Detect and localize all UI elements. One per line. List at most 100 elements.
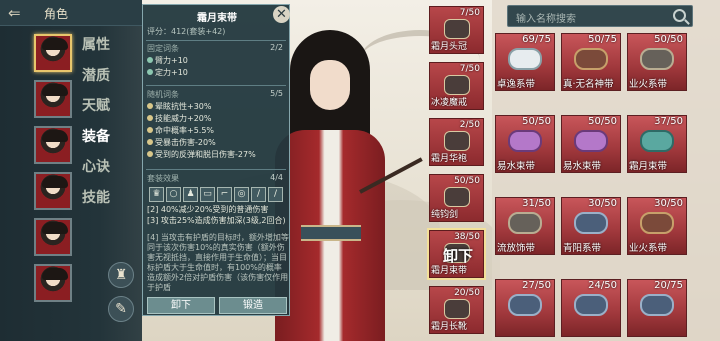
search-input[interactable]: 输入名称搜索 bbox=[507, 5, 693, 27]
belt-icon bbox=[574, 212, 608, 234]
character-face bbox=[310, 60, 350, 110]
belt-icon bbox=[508, 294, 542, 316]
menu-item-potential[interactable]: 潜质 bbox=[82, 61, 142, 92]
belt-icon bbox=[640, 294, 674, 316]
menu-item-skills[interactable]: 技能 bbox=[82, 183, 142, 214]
inventory-item[interactable]: 50/50 业火系带 bbox=[627, 33, 687, 91]
boots-icon[interactable]: ⌐ bbox=[217, 187, 232, 202]
attr-dot-icon bbox=[147, 57, 153, 63]
item-label: 霜月束带 bbox=[629, 161, 668, 172]
durability: 31/50 bbox=[522, 198, 551, 209]
durability: 50/50 bbox=[522, 116, 551, 127]
necklace-icon[interactable]: ◎ bbox=[234, 187, 249, 202]
sword-icon bbox=[444, 187, 470, 207]
inventory-item[interactable]: 20/75 bbox=[627, 279, 687, 337]
back-arrow-icon[interactable]: ⇐ bbox=[8, 4, 21, 22]
ring-icon[interactable]: ○ bbox=[166, 187, 181, 202]
page-title: 角色 bbox=[44, 7, 69, 21]
belt-icon bbox=[574, 130, 608, 152]
sword-icon[interactable]: / bbox=[268, 187, 283, 202]
inventory-item[interactable]: 69/75 卓逸系带 bbox=[495, 33, 555, 91]
character-portrait[interactable] bbox=[34, 172, 72, 210]
inventory-item[interactable]: 30/50 青阳系带 bbox=[561, 197, 621, 255]
search-icon[interactable] bbox=[673, 9, 686, 22]
fixed-attr: 定力+10 bbox=[147, 67, 188, 78]
broom-icon[interactable]: ✎ bbox=[108, 296, 134, 322]
character-belt bbox=[301, 225, 361, 241]
random-attrs-title: 随机词条 bbox=[147, 90, 179, 99]
equipped-slot-helmet[interactable]: 7/50 霜月头冠 bbox=[429, 6, 484, 54]
fixed-attr: 臂力+10 bbox=[147, 55, 188, 66]
random-attr: 受暴击伤害-20% bbox=[147, 137, 216, 148]
durability: 50/75 bbox=[588, 34, 617, 45]
item-name: 霜月束带 bbox=[197, 13, 237, 24]
character-portrait[interactable] bbox=[34, 80, 72, 118]
unload-overlay-label[interactable]: 卸下 bbox=[438, 245, 478, 265]
fixed-attrs-title: 固定词条 bbox=[147, 44, 179, 53]
inventory-item[interactable]: 24/50 bbox=[561, 279, 621, 337]
durability: 30/50 bbox=[654, 198, 683, 209]
attr-dot-icon bbox=[147, 103, 153, 109]
durability: 69/75 bbox=[522, 34, 551, 45]
set-effect-line: [3] 攻击25%造成伤害加深(3级,2回合) bbox=[147, 216, 286, 225]
random-attr: 受到的反弹和脱日伤害-27% bbox=[147, 149, 256, 160]
character-portrait[interactable] bbox=[34, 34, 72, 72]
equipped-slot-boots[interactable]: 20/50 霜月长靴 bbox=[429, 286, 484, 334]
random-attr: 命中概率+5.5% bbox=[147, 125, 214, 136]
close-icon[interactable]: ✕ bbox=[273, 6, 290, 23]
set-effect-title: 套装效果 bbox=[147, 174, 179, 183]
durability: 20/75 bbox=[654, 280, 683, 291]
divider bbox=[146, 85, 286, 86]
inventory-item[interactable]: 50/50 易水束带 bbox=[561, 115, 621, 173]
divider bbox=[146, 40, 286, 41]
menu-item-talent[interactable]: 天赋 bbox=[82, 91, 142, 122]
item-score: 评分：412(套装+42) bbox=[147, 27, 226, 36]
unload-button[interactable]: 卸下 bbox=[147, 297, 215, 314]
left-sidebar: ⇐ 角色 属性 潜质 天赋 装备 心诀 技能 ♜ ✎ bbox=[0, 0, 142, 341]
item-label: 霜月华袍 bbox=[431, 154, 468, 164]
menu-item-attributes[interactable]: 属性 bbox=[82, 30, 142, 61]
helmet-icon[interactable]: ♛ bbox=[149, 187, 164, 202]
fixed-attrs-count: 2/2 bbox=[270, 43, 283, 52]
inventory-item[interactable]: 50/50 易水束带 bbox=[495, 115, 555, 173]
attr-dot-icon bbox=[147, 115, 153, 121]
search-placeholder: 输入名称搜索 bbox=[516, 14, 576, 25]
durability: 37/50 bbox=[654, 116, 683, 127]
inventory-item[interactable]: 30/50 业火系带 bbox=[627, 197, 687, 255]
equipped-slot-ring[interactable]: 7/50 冰凌魔戒 bbox=[429, 62, 484, 110]
belt-icon bbox=[574, 294, 608, 316]
belt-icon bbox=[508, 48, 542, 70]
belt-icon bbox=[640, 212, 674, 234]
durability: 38/50 bbox=[454, 232, 480, 242]
character-portrait[interactable] bbox=[34, 218, 72, 256]
belt-icon[interactable]: ▭ bbox=[200, 187, 215, 202]
menu-item-equipment[interactable]: 装备 bbox=[82, 122, 142, 153]
character-portrait[interactable] bbox=[34, 126, 72, 164]
menu-item-heart-art[interactable]: 心诀 bbox=[82, 152, 142, 183]
durability: 50/50 bbox=[588, 116, 617, 127]
character-menu: 属性 潜质 天赋 装备 心诀 技能 bbox=[82, 30, 142, 213]
inventory-item[interactable]: 37/50 霜月束带 bbox=[627, 115, 687, 173]
equipped-slot-weapon[interactable]: 50/50 纯钧剑 bbox=[429, 174, 484, 222]
character-portrait[interactable] bbox=[34, 264, 72, 302]
set-effect-line: [2] 40%减少20%受到的普通伤害 bbox=[147, 205, 269, 214]
random-attr: 技能威力+20% bbox=[147, 113, 211, 124]
character-portrait-list bbox=[34, 26, 74, 302]
durability: 50/50 bbox=[654, 34, 683, 45]
boots-icon bbox=[444, 299, 470, 319]
inventory-item[interactable]: 27/50 bbox=[495, 279, 555, 337]
item-label: 易水束带 bbox=[563, 161, 602, 172]
random-attr: 晕眩抗性+30% bbox=[147, 101, 211, 112]
durability: 50/50 bbox=[454, 176, 480, 186]
durability: 7/50 bbox=[459, 8, 480, 18]
durability: 20/50 bbox=[454, 288, 480, 298]
inventory-item[interactable]: 50/75 真·无名神带 bbox=[561, 33, 621, 91]
equipped-slot-robe[interactable]: 2/50 霜月华袍 bbox=[429, 118, 484, 166]
sword-icon[interactable]: / bbox=[251, 187, 266, 202]
forge-button[interactable]: 锻造 bbox=[219, 297, 287, 314]
inventory-item[interactable]: 31/50 流放饰带 bbox=[495, 197, 555, 255]
armor-icon[interactable]: ♜ bbox=[108, 262, 134, 288]
durability: 30/50 bbox=[588, 198, 617, 209]
belt-icon bbox=[640, 48, 674, 70]
robe-icon[interactable]: ♟ bbox=[183, 187, 198, 202]
